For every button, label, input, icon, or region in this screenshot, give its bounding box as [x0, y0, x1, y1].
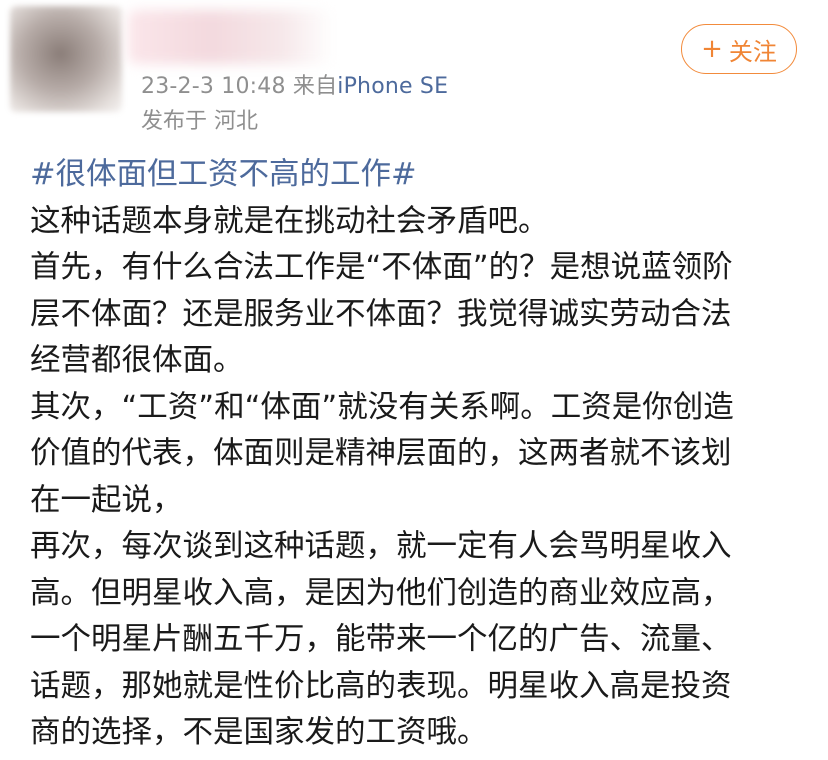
post-line: 在一起说，: [30, 482, 183, 518]
post-line: 其次，“工资”和“体面”就没有关系啊。工资是你创造: [30, 389, 734, 425]
plus-icon: +: [701, 34, 723, 64]
post-source[interactable]: iPhone SE: [337, 74, 448, 99]
post-line: 一个明星片酬五千万，能带来一个亿的广告、流量、: [30, 622, 732, 657]
post-line: 层不体面？还是服务业不体面？我觉得诚实劳动合法: [30, 296, 732, 332]
post-line: 首先，有什么合法工作是“不体面”的？是想说蓝领阶: [30, 250, 733, 285]
topic-hashtag[interactable]: #很体面但工资不高的工作#: [30, 152, 820, 199]
post-timestamp: 23-2-3 10:48: [141, 74, 286, 99]
follow-button[interactable]: + 关注: [681, 24, 797, 74]
post-line: 话题，那她就是性价比高的表现。明星收入高是投资: [30, 668, 732, 704]
post-line: 这种话题本身就是在挑动社会矛盾吧。: [30, 203, 549, 239]
post-line: 商的选择，不是国家发的工资哦。: [30, 715, 488, 750]
post-line: 高。但明星收入高，是因为他们创造的商业效应高，: [30, 575, 732, 611]
post-content: #很体面但工资不高的工作# 这种话题本身就是在挑动社会矛盾吧。 首先，有什么合法…: [30, 152, 820, 757]
follow-label: 关注: [728, 37, 777, 66]
from-label: 来自: [292, 74, 338, 99]
post-line: 再次，每次谈到这种话题，就一定有人会骂明星收入: [30, 529, 732, 564]
username-redacted[interactable]: [128, 10, 334, 64]
post-meta: 23-2-3 10:48 来自iPhone SE: [141, 68, 448, 100]
post-location: 发布于 河北: [141, 109, 258, 134]
post-line: 价值的代表，体面则是精神层面的，这两者就不该划: [30, 436, 732, 471]
avatar[interactable]: [10, 6, 122, 112]
post-line: 经营都很体面。: [30, 343, 244, 378]
